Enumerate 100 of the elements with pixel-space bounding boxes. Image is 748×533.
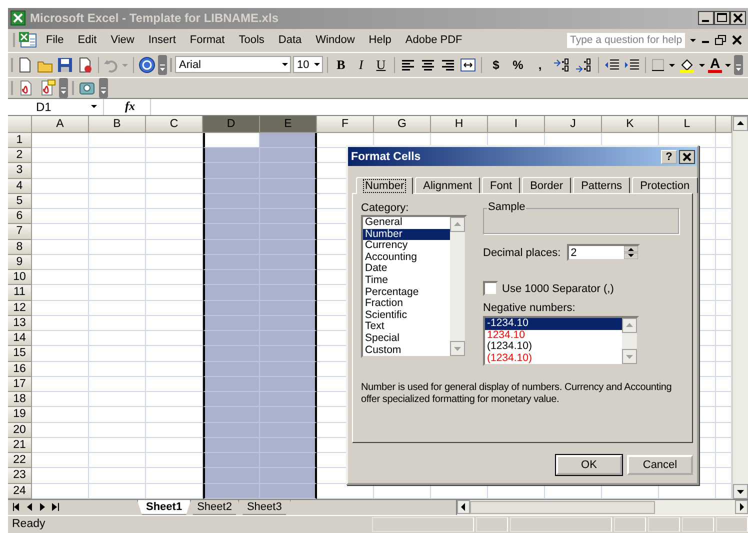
spreadsheet-cell[interactable]	[260, 240, 317, 255]
negative-number-item[interactable]: -1234.10	[485, 318, 622, 330]
scroll-up-icon[interactable]	[733, 116, 748, 131]
comma-button[interactable]: ,	[530, 58, 550, 72]
row-header[interactable]: 1	[8, 132, 32, 148]
spreadsheet-cell[interactable]	[260, 285, 317, 301]
sheet-tab[interactable]: Sheet1	[137, 500, 192, 515]
row-header[interactable]: 21	[8, 438, 32, 454]
spreadsheet-cell[interactable]	[260, 453, 317, 468]
category-item[interactable]: Text	[363, 321, 450, 333]
spreadsheet-cell[interactable]	[260, 132, 317, 148]
decimal-places-spinner[interactable]: 2	[566, 244, 640, 261]
row-header[interactable]: 8	[8, 240, 32, 255]
category-list[interactable]: General Number Currency Accounting Date Time Percentage Fraction Scientific Text Special Custom	[361, 215, 467, 358]
dialog-tab[interactable]: Patterns	[573, 177, 630, 193]
help-button[interactable]: ?	[661, 150, 677, 164]
row-header[interactable]: 24	[8, 484, 32, 499]
dialog-button[interactable]: Cancel	[627, 455, 693, 475]
scroll-left-icon[interactable]	[457, 500, 470, 514]
row-header[interactable]: 6	[8, 209, 32, 224]
row-header[interactable]: 9	[8, 254, 32, 270]
row-header[interactable]: 20	[8, 422, 32, 438]
row-header[interactable]: 19	[8, 407, 32, 423]
spreadsheet-cell[interactable]	[260, 270, 317, 286]
row-header[interactable]: 10	[8, 270, 32, 286]
row-header[interactable]: 22	[8, 453, 32, 468]
row-header[interactable]: 17	[8, 376, 32, 392]
spreadsheet-cell[interactable]	[260, 331, 317, 346]
column-header[interactable]: C	[146, 116, 203, 133]
row-header[interactable]: 4	[8, 178, 32, 194]
close-icon[interactable]	[730, 11, 746, 26]
spreadsheet-cell[interactable]	[260, 316, 317, 332]
spreadsheet-cell[interactable]	[260, 422, 317, 438]
category-item[interactable]: General	[363, 217, 450, 229]
scroll-right-icon[interactable]	[735, 500, 748, 514]
select-all-button[interactable]	[8, 116, 32, 133]
save-icon[interactable]	[56, 56, 74, 74]
column-header[interactable]: B	[89, 116, 146, 133]
category-item[interactable]: Fraction	[363, 298, 450, 310]
toolbar-options-icon[interactable]	[158, 54, 167, 75]
font-name-field[interactable]: Arial	[175, 56, 291, 74]
toolbar-grip[interactable]	[12, 31, 16, 50]
column-header[interactable]: A	[32, 116, 89, 133]
workbook-icon[interactable]	[18, 31, 38, 50]
sheet-tab[interactable]: Sheet3	[238, 500, 291, 515]
scroll-down-icon[interactable]	[733, 484, 748, 499]
underline-button[interactable]: U	[372, 56, 390, 73]
spreadsheet-cell[interactable]	[260, 376, 317, 392]
column-header[interactable]: D	[203, 116, 260, 133]
toolbar-grip[interactable]	[71, 78, 75, 97]
menu-item[interactable]: Tools	[232, 32, 270, 48]
spreadsheet-cell[interactable]	[260, 148, 317, 164]
column-header[interactable]: I	[488, 116, 545, 133]
column-header[interactable]: F	[317, 116, 374, 133]
row-header[interactable]: 12	[8, 300, 32, 316]
toolbar-options-icon[interactable]	[99, 78, 108, 98]
bold-button[interactable]: B	[332, 56, 350, 73]
menu-item[interactable]: Adobe PDF	[399, 32, 468, 48]
row-header[interactable]: 11	[8, 285, 32, 301]
toolbar-grip[interactable]	[10, 78, 14, 97]
menu-item[interactable]: Insert	[142, 32, 182, 48]
menu-item[interactable]: Edit	[72, 32, 103, 48]
column-header[interactable]: G	[374, 116, 431, 133]
spreadsheet-cell[interactable]	[260, 178, 317, 194]
category-item[interactable]: Number	[363, 228, 450, 240]
row-header[interactable]: 7	[8, 224, 32, 240]
menu-item[interactable]: File	[40, 32, 70, 48]
spreadsheet-cell[interactable]	[260, 224, 317, 240]
spreadsheet-cell[interactable]	[260, 438, 317, 454]
spreadsheet-cell[interactable]	[260, 346, 317, 362]
category-item[interactable]: Scientific	[363, 310, 450, 322]
category-item[interactable]: Accounting	[363, 252, 450, 264]
spreadsheet-cell[interactable]	[260, 484, 317, 499]
help-search-field[interactable]: Type a question for help	[566, 32, 686, 49]
spreadsheet-cell[interactable]	[260, 362, 317, 377]
separator-label[interactable]: Use 1000 Separator (,)	[502, 282, 614, 294]
percent-button[interactable]: %	[508, 58, 528, 72]
spreadsheet-cell[interactable]	[260, 407, 317, 423]
font-size-field[interactable]: 10	[293, 56, 323, 74]
category-item[interactable]: Currency	[363, 240, 450, 252]
spreadsheet-cell[interactable]	[260, 194, 317, 210]
dialog-tab[interactable]: Font	[482, 177, 520, 193]
column-header[interactable]: J	[545, 116, 602, 133]
spreadsheet-cell[interactable]	[260, 300, 317, 316]
font-color-button[interactable]: A	[708, 56, 722, 73]
category-item[interactable]: Custom	[363, 344, 450, 356]
spreadsheet-cell[interactable]	[260, 392, 317, 408]
row-header[interactable]: 15	[8, 346, 32, 362]
italic-button[interactable]: I	[352, 56, 370, 73]
negative-number-item[interactable]: (1234.10)	[485, 352, 622, 364]
negative-number-item[interactable]: (1234.10)	[485, 341, 622, 353]
checkbox[interactable]	[483, 281, 498, 296]
spreadsheet-cell[interactable]	[260, 254, 317, 270]
insert-function-button[interactable]: fx	[110, 99, 150, 114]
menu-item[interactable]: Help	[362, 32, 398, 48]
dialog-tab[interactable]: Number	[356, 177, 414, 194]
dialog-button[interactable]: OK	[556, 455, 622, 475]
category-item[interactable]: Date	[363, 263, 450, 275]
column-header[interactable]: L	[659, 116, 716, 133]
help-icon[interactable]	[138, 56, 156, 74]
